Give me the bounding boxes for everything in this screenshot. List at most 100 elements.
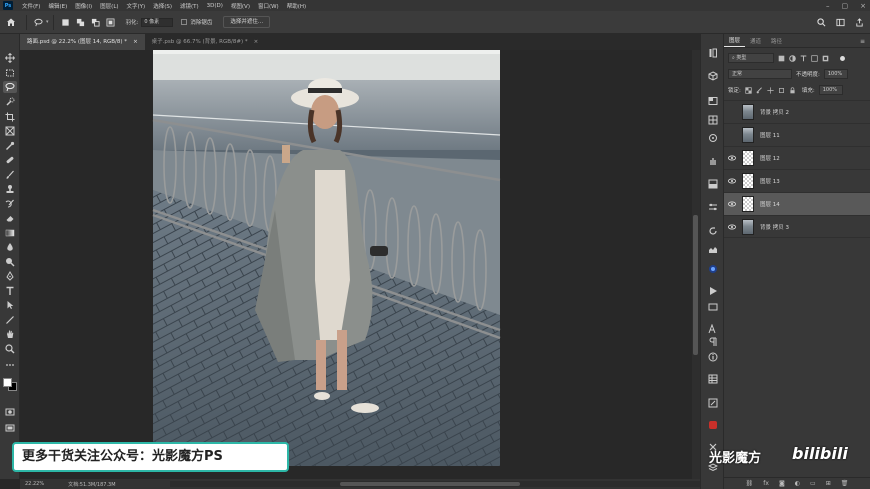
fx-icon[interactable]: fx [763,480,769,487]
visibility-toggle[interactable] [724,155,740,161]
layer-row[interactable]: 背景 拷贝 3 [724,215,870,238]
tab-paths[interactable]: 路径 [766,37,787,47]
menu-view[interactable]: 视图(V) [227,2,254,10]
path-select-tool[interactable] [3,299,17,311]
color-panel-button[interactable] [706,262,720,276]
eraser-tool[interactable] [3,212,17,224]
history-brush-tool[interactable] [3,198,17,210]
lasso-preset-icon[interactable] [34,18,43,27]
move-tool[interactable] [3,52,17,64]
lock-all-icon[interactable] [789,86,796,94]
frame-tool[interactable] [3,125,17,137]
menu-layer[interactable]: 图层(L) [96,2,122,10]
healing-brush-tool[interactable] [3,154,17,166]
history-panel-button[interactable] [706,46,720,60]
filter-shape-icon[interactable] [811,54,818,62]
visibility-toggle[interactable] [724,201,740,207]
scrollbar-thumb[interactable] [693,215,698,355]
visibility-toggle[interactable] [724,224,740,230]
pen-tool[interactable] [3,270,17,282]
swatches-panel-button[interactable] [706,94,720,108]
home-button[interactable] [0,17,22,27]
adjustment-icon[interactable]: ◐ [795,480,800,487]
quick-select-tool[interactable] [3,96,17,108]
menu-edit[interactable]: 编辑(E) [44,2,71,10]
minimize-icon[interactable]: – [826,2,830,10]
layer-row[interactable]: 图层 13 [724,169,870,192]
doc-size[interactable]: 文档:51.3M/187.3M [68,481,115,488]
new-layer-icon[interactable]: ⊞ [826,480,831,487]
layer-name[interactable]: 背景 拷贝 2 [760,108,789,116]
feather-input[interactable]: 0 像素 [141,17,174,27]
lasso-tool[interactable] [3,81,17,93]
info-panel-button[interactable] [706,350,720,364]
menu-help[interactable]: 帮助(H) [283,2,310,10]
layer-row[interactable]: 图层 11 [724,123,870,146]
foreground-color-swatch[interactable] [3,378,12,387]
select-and-mask-button[interactable]: 选择并遮住... [223,16,271,28]
tab-road-document[interactable]: 路面.psd @ 22.2% (图层 14, RGB/8) * × [20,34,145,50]
filter-smart-object-icon[interactable] [822,55,829,62]
visibility-toggle[interactable] [724,178,740,184]
folder-icon[interactable]: ▭ [810,480,816,487]
close-tab-icon[interactable]: × [133,34,138,50]
horizontal-scrollbar[interactable] [170,481,700,487]
lock-pixels-icon[interactable] [756,86,763,94]
antialias-checkbox[interactable] [181,19,188,25]
patterns-panel-button[interactable] [706,131,720,145]
zoom-tool[interactable] [3,343,17,355]
brush-tool[interactable] [3,169,17,181]
intersect-selection-icon[interactable] [106,18,115,27]
brush-settings-button[interactable] [706,154,720,168]
color-swatches[interactable] [3,375,17,395]
actions-panel-button[interactable] [706,284,720,298]
filter-adjustment-icon[interactable] [789,54,796,62]
panel-menu-icon[interactable]: ≡ [860,38,870,47]
fill-input[interactable]: 100% [818,85,843,95]
filter-kind-select[interactable]: ⌕ 类型 [728,53,774,63]
screen-mode-button[interactable] [3,422,17,434]
clone-stamp-tool[interactable] [3,183,17,195]
adjustments-panel-button[interactable] [706,177,720,191]
new-selection-icon[interactable] [61,18,70,27]
layer-row[interactable]: 背景 拷贝 2 [724,100,870,123]
timeline-panel-button[interactable] [706,300,720,314]
3d-panel-button[interactable] [706,69,720,83]
canvas-area[interactable] [20,50,692,479]
zoom-level[interactable]: 22.22% [25,481,44,487]
opacity-input[interactable]: 100% [823,69,848,79]
layer-row-selected[interactable]: 图层 14 [724,192,870,215]
lock-transparent-icon[interactable] [745,86,752,94]
menu-window[interactable]: 窗口(W) [254,2,283,10]
layer-name[interactable]: 图层 12 [760,154,780,162]
scrollbar-thumb[interactable] [340,482,520,486]
vertical-scrollbar[interactable] [692,50,700,479]
shape-tool[interactable] [3,314,17,326]
mask-icon[interactable]: ◙ [779,480,785,487]
tab-table-document[interactable]: 桌子.psb @ 66.7% (背景, RGB/8#) * × [145,34,266,50]
menu-image[interactable]: 图像(I) [71,2,96,10]
gradients-panel-button[interactable] [706,113,720,127]
table-panel-button[interactable] [706,372,720,386]
marquee-tool[interactable] [3,67,17,79]
tab-channels[interactable]: 通道 [745,37,766,47]
menu-3d[interactable]: 3D(D) [203,3,227,9]
lock-artboard-icon[interactable] [778,87,785,94]
chevron-down-icon[interactable]: ▾ [46,19,49,25]
maximize-icon[interactable]: ▢ [842,2,849,10]
filter-pixel-icon[interactable] [778,55,785,62]
close-tab-icon[interactable]: × [254,34,259,50]
menu-type[interactable]: 文字(Y) [123,2,150,10]
layer-name[interactable]: 图层 14 [760,200,780,208]
properties-panel-button[interactable] [706,200,720,214]
menu-select[interactable]: 选择(S) [149,2,176,10]
add-selection-icon[interactable] [76,18,85,27]
dodge-tool[interactable] [3,256,17,268]
crop-tool[interactable] [3,111,17,123]
quick-mask-button[interactable] [3,406,17,418]
link-icon[interactable]: ⛓ [746,480,754,487]
subtract-selection-icon[interactable] [91,18,100,27]
levels-panel-button[interactable] [706,242,720,256]
filter-type-icon[interactable] [800,55,807,62]
paragraph-panel-button[interactable] [706,335,720,349]
